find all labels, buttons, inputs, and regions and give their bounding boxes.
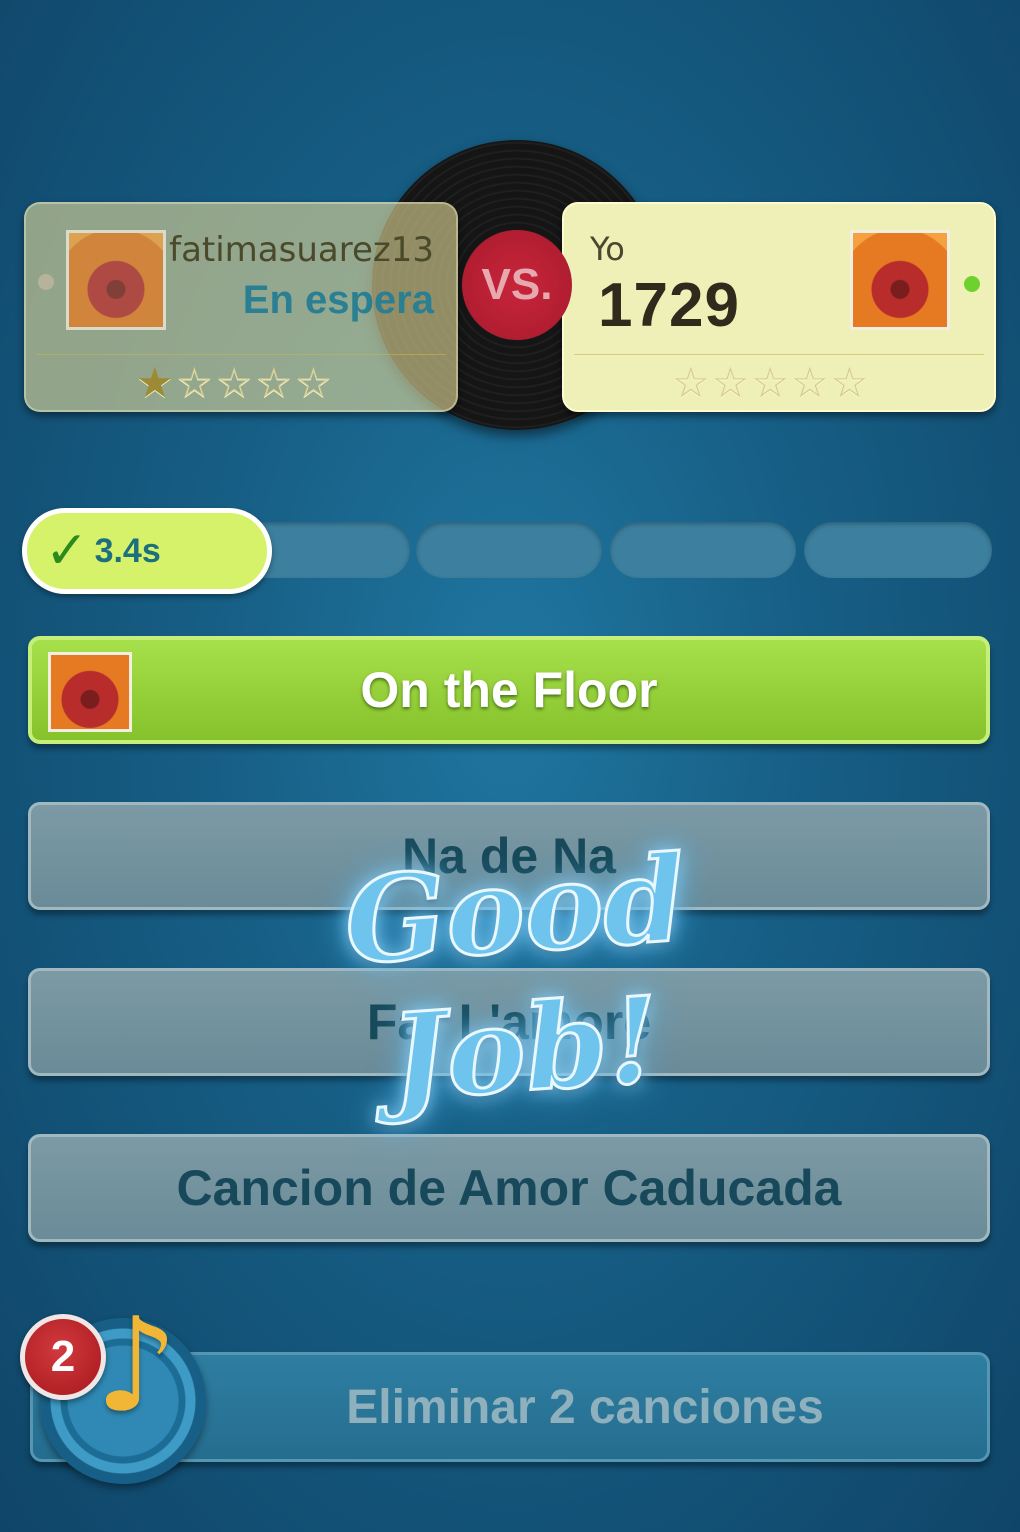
star-icon: ☆ — [790, 358, 831, 407]
star-icon: ☆ — [711, 358, 752, 407]
round-time: 3.4s — [94, 531, 161, 570]
star-icon: ☆ — [751, 358, 791, 407]
my-label: Yo — [590, 230, 625, 268]
good-job-overlay: Good Job! — [339, 827, 692, 1129]
eliminate-label: Eliminar 2 canciones — [346, 1380, 824, 1434]
round-result-pill: ✓ 3.4s — [22, 508, 272, 594]
my-status-dot — [964, 276, 980, 292]
answer-label: On the Floor — [360, 662, 658, 718]
opponent-name: fatimasuarez13 — [169, 230, 434, 270]
round-segment — [416, 522, 602, 578]
answer-button-correct[interactable]: On the Floor — [28, 636, 990, 744]
opponent-status-dot — [38, 274, 54, 290]
music-note-icon: ♪ — [95, 1289, 178, 1441]
star-icon: ☆ — [830, 358, 871, 407]
opponent-status: En espera — [242, 278, 434, 322]
star-icon: ☆ — [175, 358, 216, 407]
answer-label: Cancion de Amor Caducada — [176, 1160, 842, 1216]
answer-button[interactable]: Cancion de Amor Caducada — [28, 1134, 990, 1242]
check-icon: ✓ — [45, 521, 89, 581]
opponent-card[interactable]: fatimasuarez13 En espera ★☆☆☆☆ — [24, 202, 458, 412]
card-divider — [574, 354, 984, 355]
opponent-stars: ★☆☆☆☆ — [136, 358, 334, 407]
my-avatar — [850, 230, 950, 330]
round-segment — [610, 522, 796, 578]
round-segment — [804, 522, 992, 578]
vs-label: VS. — [462, 230, 572, 340]
star-icon: ☆ — [254, 358, 295, 407]
card-divider — [36, 354, 446, 355]
star-icon: ☆ — [672, 358, 712, 407]
powerup-count-badge: 2 — [20, 1314, 106, 1400]
my-stars: ☆☆☆☆☆ — [672, 358, 870, 407]
star-icon: ☆ — [294, 358, 335, 407]
opponent-avatar — [66, 230, 166, 330]
my-card[interactable]: Yo 1729 ☆☆☆☆☆ — [562, 202, 996, 412]
star-icon: ★ — [136, 358, 176, 407]
star-icon: ☆ — [215, 358, 255, 407]
my-score: 1729 — [598, 271, 740, 340]
answer-album-art — [48, 652, 132, 732]
